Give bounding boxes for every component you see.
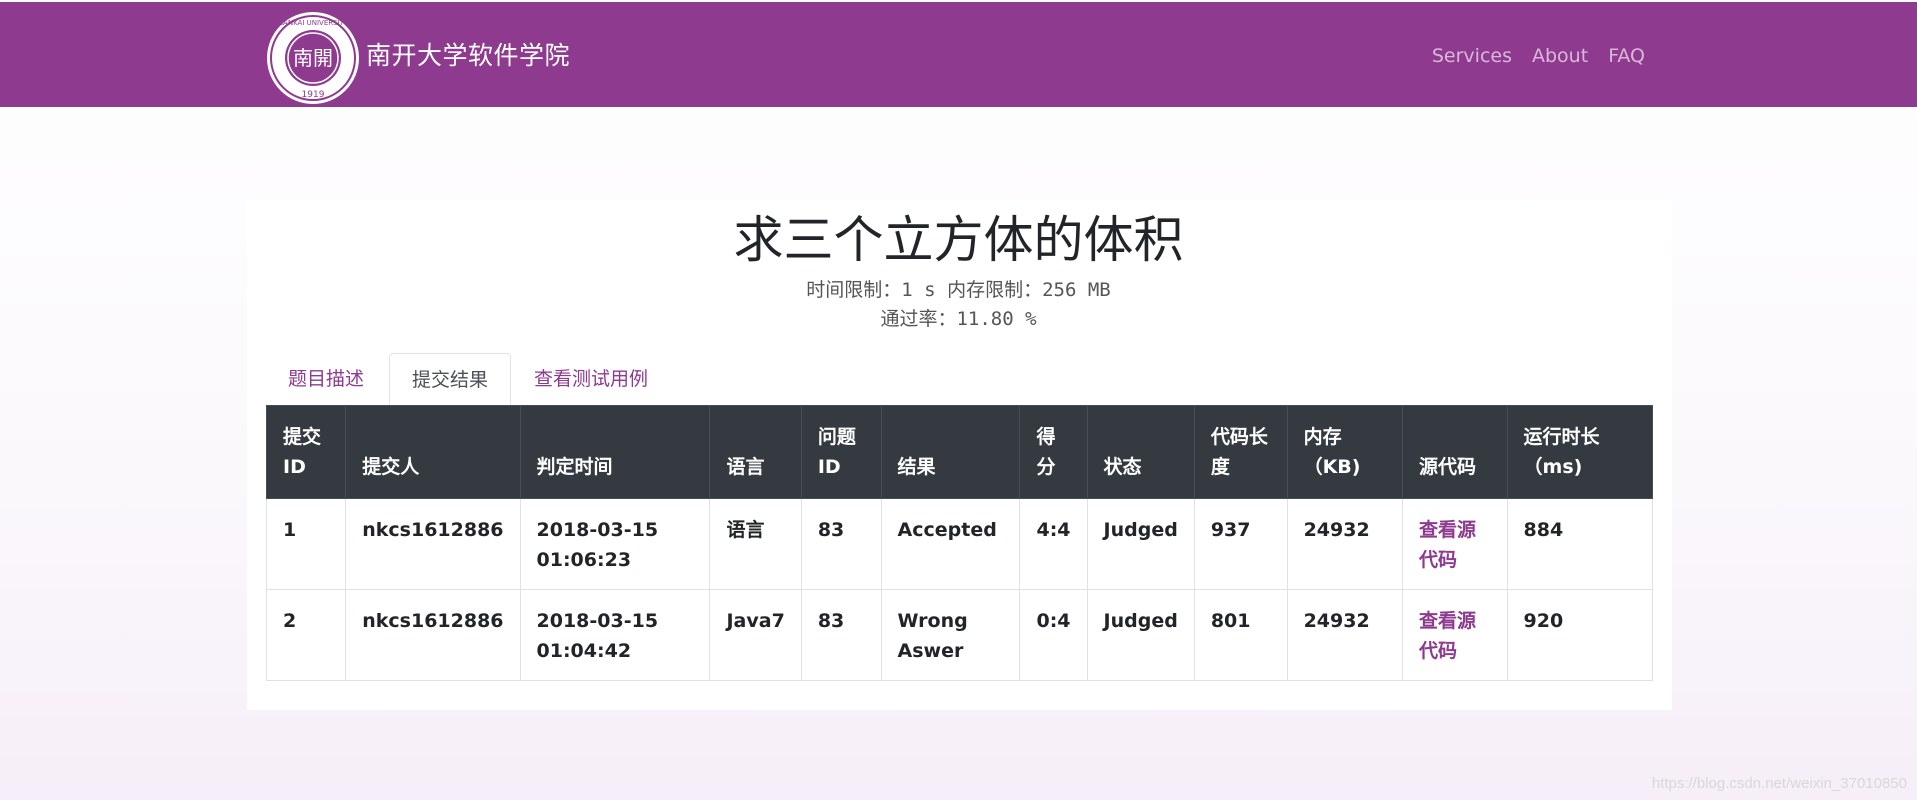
time-limit-label: 时间限制：	[806, 279, 902, 301]
cell-code-length: 937	[1193, 498, 1288, 590]
col-header-source-code[interactable]: 源代码	[1401, 405, 1508, 499]
cell-judge-time: 2018-03-15 01:04:42	[519, 589, 711, 681]
table-header-row: 提交ID 提交人 判定时间 语言 问题ID 结果 得分 状态 代码长度 内存（K…	[265, 405, 1654, 499]
site-brand[interactable]: 南开大学软件学院	[366, 36, 570, 72]
memory-limit-label: 内存限制：	[947, 279, 1043, 301]
tab-testcases[interactable]: 查看测试用例	[511, 353, 671, 405]
time-limit-value: 1 s	[901, 279, 936, 301]
cell-source-code: 查看源代码	[1401, 589, 1508, 681]
cell-problem-id: 83	[800, 498, 882, 590]
problem-title: 求三个立方体的体积	[733, 211, 1184, 269]
university-logo[interactable]: 南開 1919 NANKAI UNIVERSITY	[266, 11, 360, 105]
nav-faq-link[interactable]: FAQ	[1608, 45, 1645, 67]
problem-tabs: 题目描述 提交结果 查看测试用例	[266, 353, 1653, 405]
logo-center-text: 南開	[293, 46, 333, 70]
cell-problem-id: 83	[800, 589, 882, 681]
pass-rate-value: 11.80 %	[956, 308, 1037, 330]
col-header-code-length[interactable]: 代码长度	[1193, 405, 1288, 499]
tab-description[interactable]: 题目描述	[266, 353, 386, 405]
cell-runtime: 920	[1506, 589, 1654, 681]
cell-language: 语言	[709, 498, 802, 590]
problem-limits: 时间限制：1 s 内存限制：256 MB	[0, 275, 1917, 302]
cell-score: 0:4	[1019, 589, 1088, 681]
cell-score: 4:4	[1019, 498, 1088, 590]
nav-services-link[interactable]: Services	[1432, 45, 1512, 67]
nav-about-link[interactable]: About	[1532, 45, 1588, 67]
col-header-result[interactable]: 结果	[880, 405, 1021, 499]
view-source-link[interactable]: 查看源代码	[1419, 519, 1476, 571]
cell-runtime: 884	[1506, 498, 1654, 590]
cell-submission-id: 1	[265, 498, 347, 590]
cell-memory: 24932	[1286, 498, 1403, 590]
watermark: https://blog.csdn.net/weixin_37010850	[1651, 775, 1907, 792]
top-navbar: 南開 1919 NANKAI UNIVERSITY 南开大学软件学院 Servi…	[0, 2, 1917, 107]
cell-submission-id: 2	[265, 589, 347, 681]
pass-rate-label: 通过率：	[880, 308, 957, 330]
tab-results[interactable]: 提交结果	[389, 353, 511, 405]
cell-code-length: 801	[1193, 589, 1288, 681]
col-header-submission-id[interactable]: 提交ID	[265, 405, 347, 499]
cell-status: Judged	[1086, 589, 1195, 681]
col-header-score[interactable]: 得分	[1019, 405, 1088, 499]
cell-result: Accepted	[880, 498, 1021, 590]
pass-rate: 通过率：11.80 %	[0, 304, 1917, 331]
memory-limit-value: 256 MB	[1042, 279, 1111, 301]
col-header-status[interactable]: 状态	[1086, 405, 1195, 499]
table-row: 1 nkcs1612886 2018-03-15 01:06:23 语言 83 …	[265, 498, 1654, 590]
cell-language: Java7	[709, 589, 802, 681]
logo-top-text: NANKAI UNIVERSITY	[278, 19, 349, 27]
cell-judge-time: 2018-03-15 01:06:23	[519, 498, 711, 590]
col-header-runtime[interactable]: 运行时长（ms)	[1506, 405, 1654, 499]
cell-result: Wrong Aswer	[880, 589, 1021, 681]
col-header-memory[interactable]: 内存（KB)	[1286, 405, 1403, 499]
col-header-judge-time[interactable]: 判定时间	[519, 405, 711, 499]
submissions-table: 提交ID 提交人 判定时间 语言 问题ID 结果 得分 状态 代码长度 内存（K…	[265, 405, 1654, 681]
cell-memory: 24932	[1286, 589, 1403, 681]
cell-submitter: nkcs1612886	[345, 589, 521, 681]
cell-submitter: nkcs1612886	[345, 498, 521, 590]
table-row: 2 nkcs1612886 2018-03-15 01:04:42 Java7 …	[265, 589, 1654, 681]
cell-status: Judged	[1086, 498, 1195, 590]
col-header-problem-id[interactable]: 问题ID	[800, 405, 882, 499]
view-source-link[interactable]: 查看源代码	[1419, 610, 1476, 662]
logo-year-text: 1919	[302, 90, 325, 100]
col-header-language[interactable]: 语言	[709, 405, 802, 499]
nav-links: Services About FAQ	[1432, 45, 1645, 67]
col-header-submitter[interactable]: 提交人	[345, 405, 521, 499]
cell-source-code: 查看源代码	[1401, 498, 1508, 590]
